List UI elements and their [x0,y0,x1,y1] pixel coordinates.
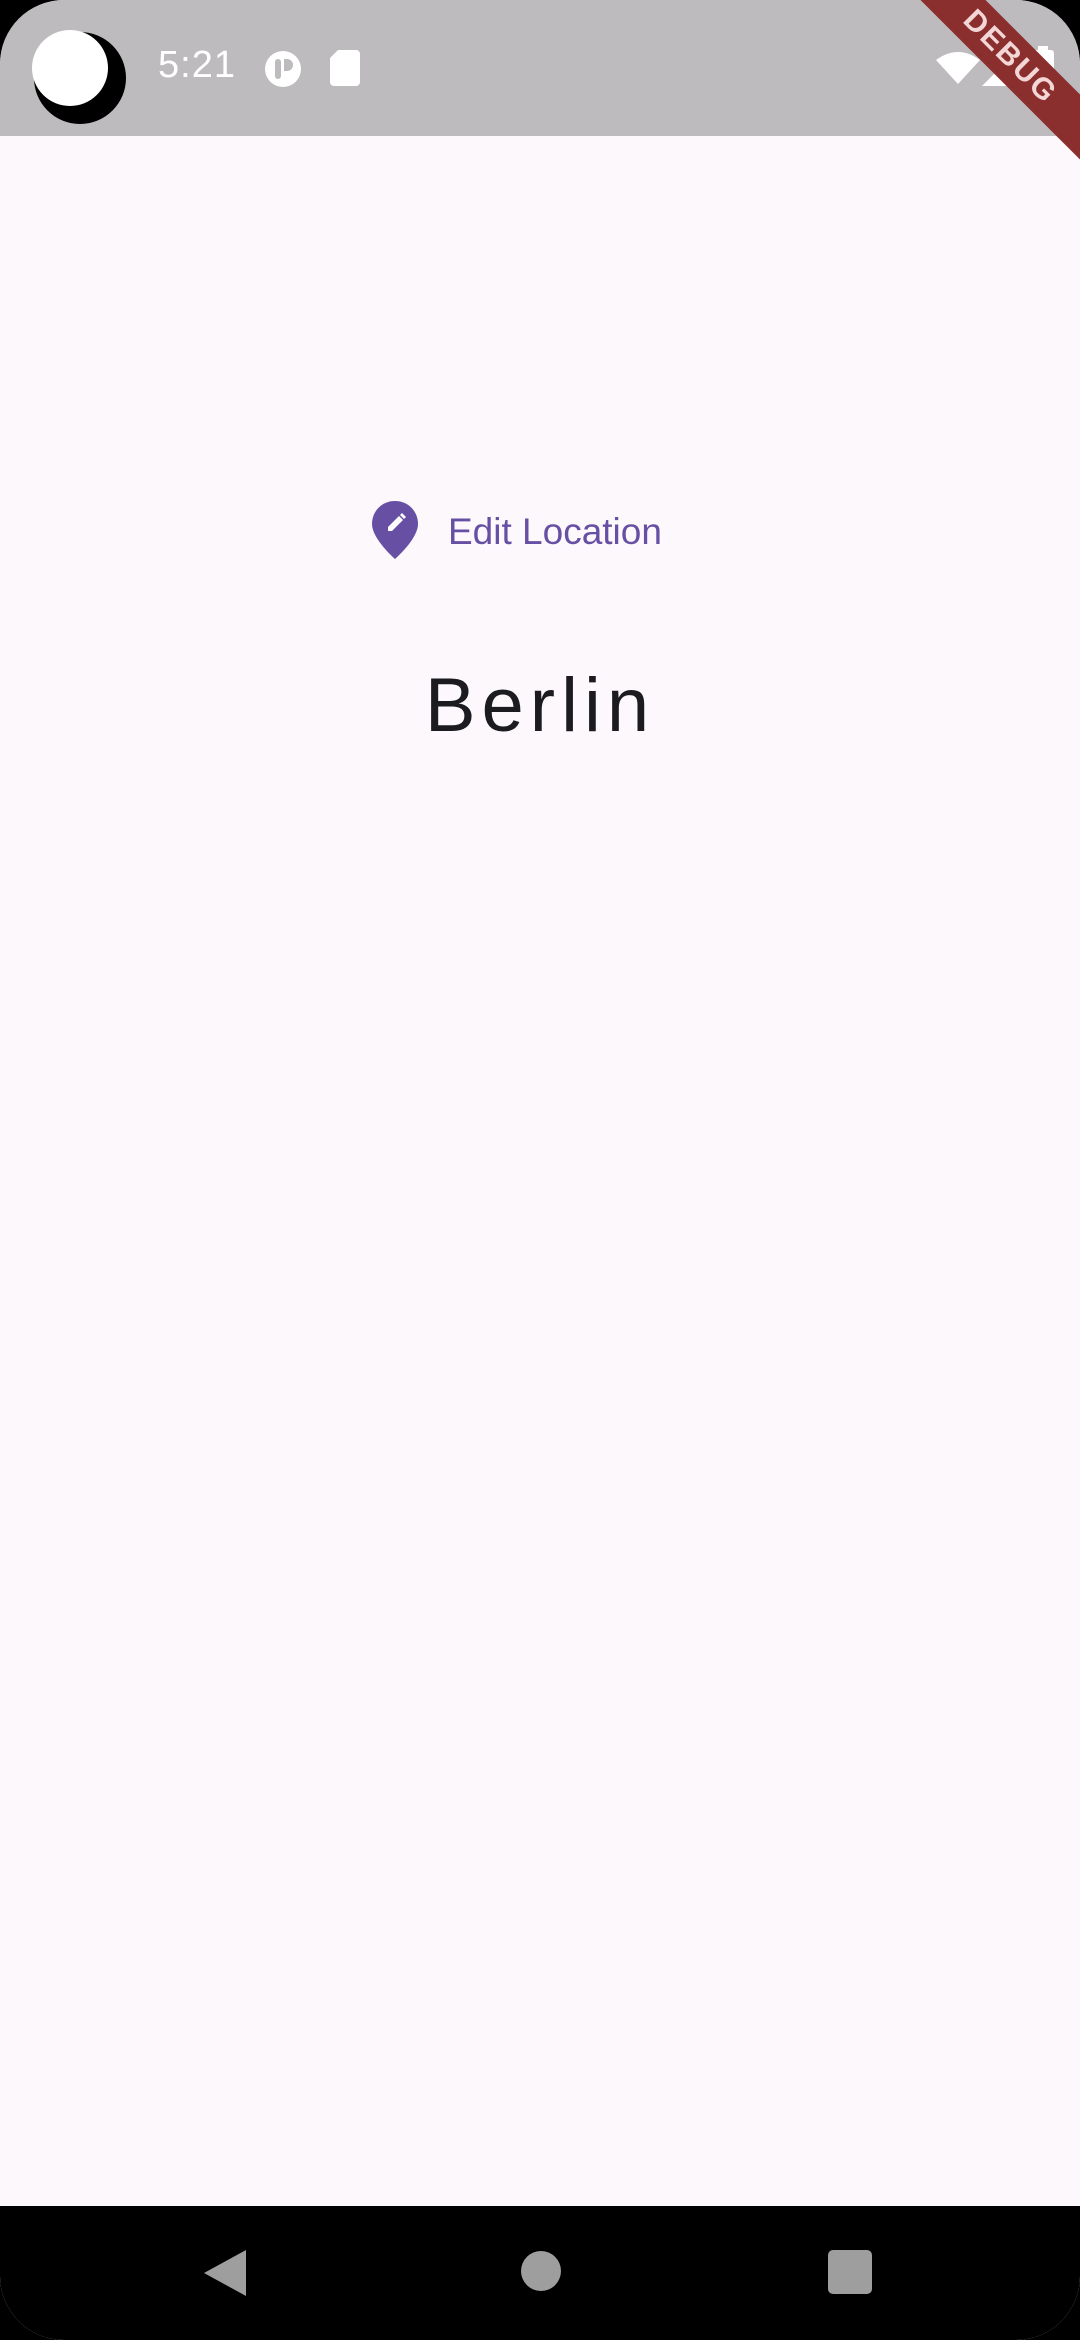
edit-location-label: Edit Location [448,511,662,552]
home-icon[interactable] [520,2250,562,2297]
navigation-bar [0,2206,1080,2340]
notification-app-icon [264,50,302,93]
edit-location-icon [372,500,418,564]
location-name: Berlin [424,663,656,748]
sd-card-icon [330,50,360,91]
status-bar: 5:21 DEBUG [0,0,1080,173]
status-time: 5:21 [158,44,236,86]
back-icon[interactable] [204,2250,246,2301]
wifi-icon [936,52,980,89]
recents-icon[interactable] [828,2250,872,2299]
edit-location-button[interactable]: Edit Location [372,494,662,570]
app-screen: 5:21 DEBUG Edit Location Berlin [0,0,1080,2340]
camera-cutout [32,30,126,124]
